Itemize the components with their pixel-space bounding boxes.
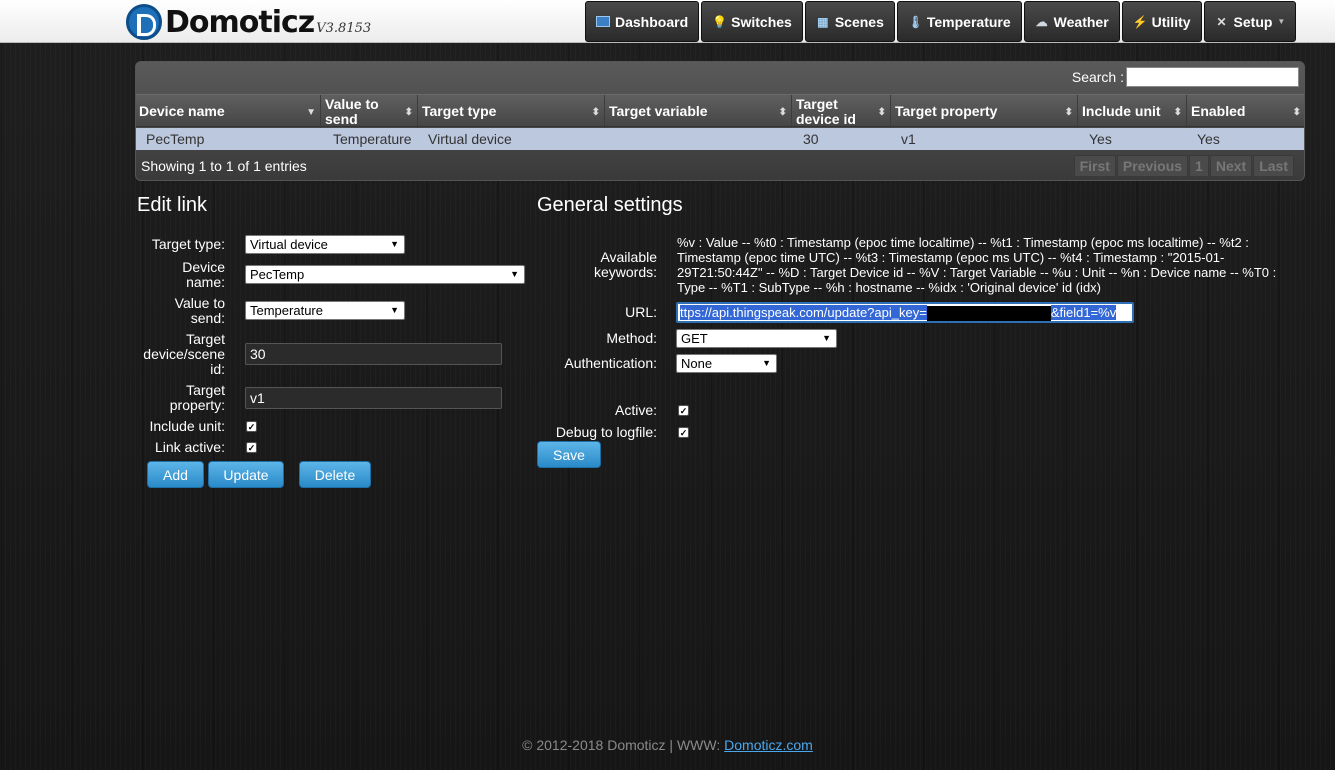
footer-copyright: © 2012-2018 Domoticz | WWW: xyxy=(522,737,721,753)
cell-device-name: PecTemp xyxy=(146,131,205,147)
redacted-api-key xyxy=(926,306,1051,321)
debug-logfile-checkbox[interactable]: ✓ xyxy=(678,427,689,438)
url-input[interactable]: ttps://api.thingspeak.com/update?api_key… xyxy=(676,302,1134,323)
keywords-text: %v : Value -- %t0 : Timestamp (epoc time… xyxy=(677,235,1277,295)
footer-link[interactable]: Domoticz.com xyxy=(724,737,813,753)
cell-include-unit: Yes xyxy=(1089,131,1112,147)
pager-last-button[interactable]: Last xyxy=(1253,155,1294,177)
keywords-label: Available keywords: xyxy=(593,249,657,280)
scenes-icon: ▦ xyxy=(817,14,829,29)
sort-icon: ⬍ xyxy=(877,107,886,118)
pagination: First Previous 1 Next Last xyxy=(1073,155,1294,177)
value-to-send-label: Value to send: xyxy=(174,295,225,326)
table-row[interactable]: PecTemp Temperature Virtual device 30 v1… xyxy=(136,128,1304,150)
nav-temperature-button[interactable]: 🌡 Temperature xyxy=(896,1,1022,42)
tools-icon: ✕ xyxy=(1216,14,1227,29)
link-active-label: Link active: xyxy=(154,439,225,455)
cell-value-to-send: Temperature xyxy=(333,131,412,147)
nav-switches-button[interactable]: 💡 Switches xyxy=(701,1,803,42)
search-input[interactable] xyxy=(1126,67,1299,87)
lightbulb-icon: 💡 xyxy=(712,14,728,29)
nav-dashboard-button[interactable]: Dashboard xyxy=(585,1,700,42)
column-include-unit[interactable]: Include unit ⬍ xyxy=(1078,95,1187,128)
column-device-name[interactable]: Device name ▼ xyxy=(136,95,321,128)
device-name-label: Device name: xyxy=(182,259,225,290)
active-checkbox[interactable]: ✓ xyxy=(678,405,689,416)
caret-down-icon: ▼ xyxy=(390,305,399,315)
brand-name: Domoticz xyxy=(165,4,315,40)
brand-version: V3.8153 xyxy=(316,20,372,36)
caret-down-icon: ▼ xyxy=(1277,17,1286,26)
cell-enabled: Yes xyxy=(1197,131,1220,147)
include-unit-checkbox[interactable]: ✓ xyxy=(246,421,257,432)
pager-first-button[interactable]: First xyxy=(1073,155,1116,177)
cell-target-type: Virtual device xyxy=(428,131,512,147)
target-type-label: Target type: xyxy=(151,236,225,252)
nav-setup-button[interactable]: ✕ Setup ▼ xyxy=(1203,1,1297,42)
authentication-label: Authentication: xyxy=(564,355,657,371)
column-target-variable[interactable]: Target variable ⬍ xyxy=(605,95,792,128)
device-name-select[interactable]: PecTemp ▼ xyxy=(245,265,525,284)
target-id-label: Target device/scene id: xyxy=(143,331,225,377)
dashboard-icon xyxy=(596,16,610,27)
column-target-property[interactable]: Target property ⬍ xyxy=(891,95,1078,128)
sort-icon: ⬍ xyxy=(404,107,413,118)
link-active-checkbox[interactable]: ✓ xyxy=(246,442,257,453)
active-label: Active: xyxy=(614,402,657,418)
authentication-select[interactable]: None ▼ xyxy=(676,354,777,373)
table-info: Showing 1 to 1 of 1 entries xyxy=(141,158,307,174)
top-header: Domoticz V3.8153 Dashboard 💡 Switches ▦ … xyxy=(0,0,1335,43)
nav-utility-button[interactable]: ⚡ Utility xyxy=(1121,1,1202,42)
debug-logfile-label: Debug to logfile: xyxy=(555,424,657,440)
add-button[interactable]: Add xyxy=(147,461,204,488)
delete-button[interactable]: Delete xyxy=(299,461,371,488)
sort-icon: ⬍ xyxy=(1173,107,1182,118)
url-label: URL: xyxy=(625,304,657,320)
utility-icon: ⚡ xyxy=(1132,14,1148,29)
column-target-device-id[interactable]: Target device id ⬍ xyxy=(792,95,891,128)
cell-target-device-id: 30 xyxy=(803,131,819,147)
brand-logo[interactable]: Domoticz V3.8153 xyxy=(126,4,372,40)
update-button[interactable]: Update xyxy=(208,461,284,488)
caret-down-icon: ▼ xyxy=(822,333,831,343)
url-text-part1: ttps://api.thingspeak.com/update?api_key… xyxy=(680,305,927,320)
pager-page-1-button[interactable]: 1 xyxy=(1189,155,1209,177)
column-value-to-send[interactable]: Value to send ⬍ xyxy=(321,95,418,128)
sort-icon: ⬍ xyxy=(591,107,600,118)
target-id-input[interactable] xyxy=(245,343,502,365)
sort-icon: ⬍ xyxy=(1292,107,1301,118)
column-enabled[interactable]: Enabled ⬍ xyxy=(1187,95,1305,128)
url-text-part2: &field1=%v xyxy=(1050,305,1117,320)
caret-down-icon: ▼ xyxy=(762,358,771,368)
sort-icon: ⬍ xyxy=(778,107,787,118)
weather-icon: ☁ xyxy=(1035,14,1048,29)
save-button[interactable]: Save xyxy=(537,441,601,468)
domoticz-logo-icon xyxy=(126,4,162,40)
cell-target-property: v1 xyxy=(901,131,916,147)
search-label: Search : xyxy=(1071,69,1124,85)
nav-weather-button[interactable]: ☁ Weather xyxy=(1023,1,1120,42)
target-property-label: Target property: xyxy=(169,382,225,413)
edit-link-title: Edit link xyxy=(137,194,208,216)
thermometer-icon: 🌡 xyxy=(907,14,924,29)
footer: © 2012-2018 Domoticz | WWW: Domoticz.com xyxy=(0,737,1335,753)
target-property-input[interactable] xyxy=(245,387,502,409)
main-nav: Dashboard 💡 Switches ▦ Scenes 🌡 Temperat… xyxy=(585,1,1297,42)
pager-previous-button[interactable]: Previous xyxy=(1116,155,1189,177)
include-unit-label: Include unit: xyxy=(149,418,226,434)
caret-down-icon: ▼ xyxy=(510,269,519,279)
pager-next-button[interactable]: Next xyxy=(1209,155,1253,177)
method-label: Method: xyxy=(606,330,657,346)
general-settings-title: General settings xyxy=(537,194,683,216)
links-table-panel: Search : Device name ▼ Value to send ⬍ T… xyxy=(135,61,1305,181)
method-select[interactable]: GET ▼ xyxy=(676,329,837,348)
sort-icon: ⬍ xyxy=(1064,107,1073,118)
value-to-send-select[interactable]: Temperature ▼ xyxy=(245,301,405,320)
table-header: Device name ▼ Value to send ⬍ Target typ… xyxy=(136,94,1305,128)
column-target-type[interactable]: Target type ⬍ xyxy=(418,95,605,128)
target-type-select[interactable]: Virtual device ▼ xyxy=(245,235,405,254)
sort-desc-icon: ▼ xyxy=(306,107,316,118)
caret-down-icon: ▼ xyxy=(390,239,399,249)
nav-scenes-button[interactable]: ▦ Scenes xyxy=(804,1,895,42)
